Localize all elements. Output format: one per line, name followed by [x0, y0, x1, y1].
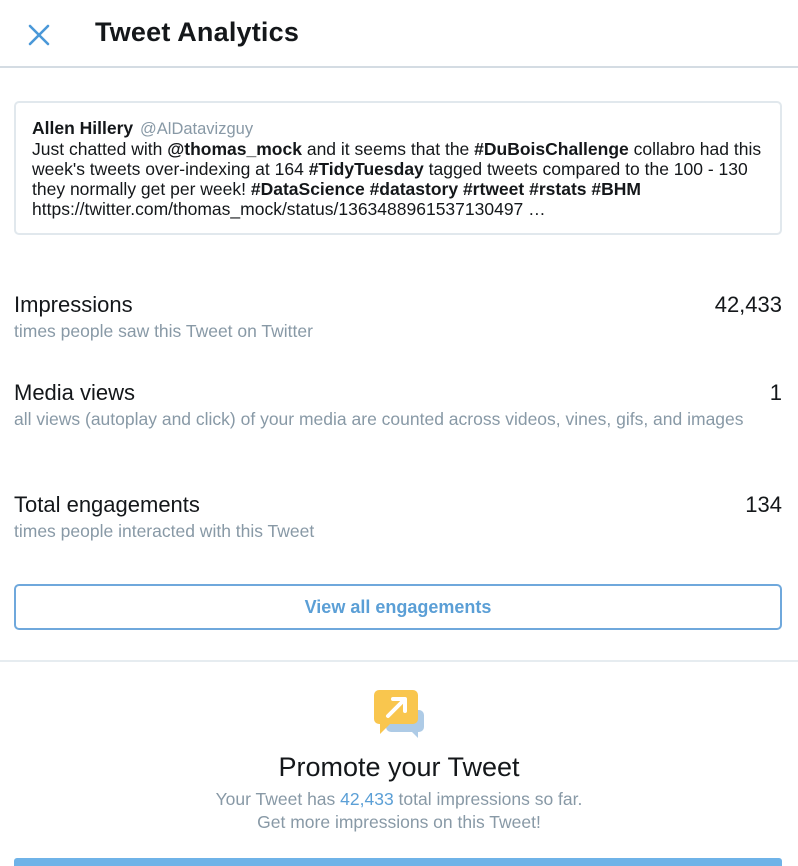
metric-label: Total engagements: [14, 492, 200, 517]
promote-impressions-count: 42,433: [340, 789, 394, 809]
metric-media-views: Media views 1 all views (autoplay and cl…: [14, 380, 782, 431]
tweet-entity[interactable]: @thomas_mock: [167, 139, 302, 159]
metric-label: Media views: [14, 380, 136, 405]
promote-icon: [374, 690, 424, 738]
metric-description: all views (autoplay and click) of your m…: [14, 409, 744, 429]
promote-title: Promote your Tweet: [278, 752, 520, 782]
metric-impressions: Impressions 42,433 times people saw this…: [14, 292, 782, 343]
promote-line-suffix: total impressions so far.: [393, 789, 583, 809]
tweet-entity[interactable]: #datastory: [370, 179, 459, 199]
tweet-card: Allen Hillery @AlDatavizguy Just chatted…: [14, 101, 782, 235]
metric-label: Impressions: [14, 292, 133, 317]
metric-value: 134: [745, 492, 782, 517]
tweet-text-segment: https://twitter.com/thomas_mock/status/1…: [32, 199, 546, 219]
tweet-author: Allen Hillery: [32, 118, 134, 138]
tweet-entity[interactable]: #rstats: [529, 179, 586, 199]
promote-button[interactable]: [14, 858, 782, 866]
tweet-entity[interactable]: #TidyTuesday: [309, 159, 424, 179]
tweet-analytics-modal: Tweet Analytics Allen Hillery @AlDataviz…: [0, 0, 798, 866]
close-button[interactable]: [24, 20, 54, 50]
metric-value: 1: [769, 380, 782, 405]
promote-line-prefix: Your Tweet has: [215, 789, 341, 809]
tweet-text: Just chatted with @thomas_mock and it se…: [32, 139, 761, 219]
metric-value: 42,433: [714, 292, 782, 317]
metric-total-engagements: Total engagements 134 times people inter…: [14, 492, 782, 543]
divider: [0, 660, 798, 662]
modal-title: Tweet Analytics: [95, 17, 300, 47]
tweet-handle: @AlDatavizguy: [140, 120, 254, 138]
tweet-entity[interactable]: #rtweet: [463, 179, 524, 199]
promote-cta-text: Get more impressions on this Tweet!: [257, 812, 541, 832]
modal-header: Tweet Analytics: [0, 0, 798, 68]
close-icon[interactable]: [24, 20, 54, 50]
view-all-engagements-button[interactable]: View all engagements: [14, 584, 782, 630]
tweet-entity[interactable]: #DuBoisChallenge: [474, 139, 629, 159]
tweet-entity[interactable]: #BHM: [591, 179, 641, 199]
tweet-entity[interactable]: #DataScience: [251, 179, 365, 199]
metric-description: times people saw this Tweet on Twitter: [14, 321, 313, 341]
tweet-text-segment: Just chatted with: [32, 139, 168, 159]
metric-description: times people interacted with this Tweet: [14, 521, 315, 541]
tweet-text-segment: and it seems that the: [301, 139, 475, 159]
promote-impressions-line: Your Tweet has 42,433 total impressions …: [0, 789, 798, 810]
